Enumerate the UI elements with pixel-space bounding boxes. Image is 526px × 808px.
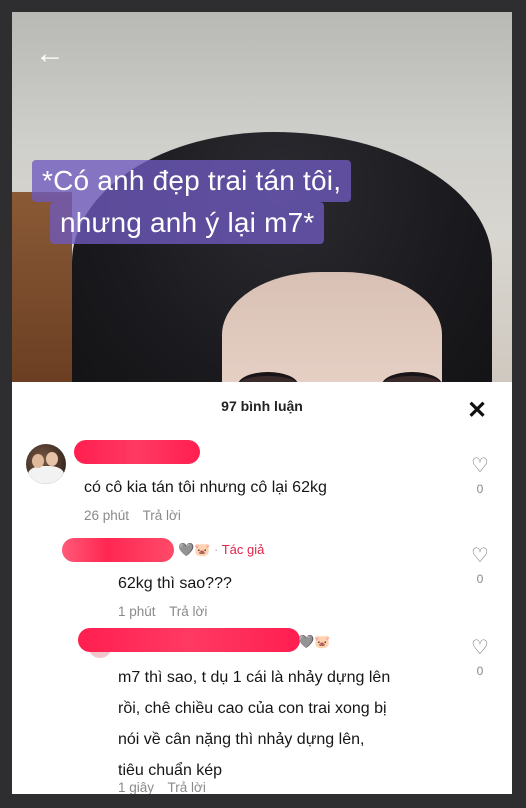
video-subject-face — [222, 272, 442, 384]
comment-time: 26 phút — [84, 508, 130, 523]
arrow-left-icon[interactable]: ← — [32, 36, 68, 72]
like-count: 0 — [476, 482, 484, 496]
reply-button[interactable]: Trả lời — [143, 508, 181, 523]
comment-text-line: m7 thì sao, t dụ 1 cái là nhảy dựng lên — [118, 669, 391, 686]
caption-line: *Có anh đẹp trai tán tôi, — [32, 160, 352, 202]
like-button[interactable]: ♡ 0 — [468, 546, 492, 586]
avatar[interactable] — [26, 444, 66, 484]
comment-text-line: nói về cân nặng thì nhảy dựng lên, — [118, 731, 365, 748]
heart-icon: ♡ — [471, 455, 489, 477]
heart-icon: ♡ — [471, 637, 489, 659]
redacted-username — [74, 440, 200, 464]
comment-time: 1 giây — [118, 780, 155, 794]
video-caption: *Có anh đẹp trai tán tôi, nhưng anh ý lạ… — [32, 160, 442, 244]
separator: · — [214, 542, 219, 557]
emoji-icons: 🩶🐷 — [298, 634, 331, 649]
redacted-username — [78, 628, 300, 652]
author-row: 🩶🐷 · Tác giả — [178, 542, 264, 558]
like-count: 0 — [476, 664, 484, 678]
caption-line: nhưng anh ý lại m7* — [50, 202, 325, 244]
like-button[interactable]: ♡ 0 — [468, 456, 492, 496]
like-count: 0 — [476, 572, 484, 586]
comment-meta: 1 phút Trả lời — [118, 604, 217, 619]
comments-count-title: 97 bình luận — [221, 398, 303, 414]
comment-time: 1 phút — [118, 604, 156, 619]
video-player[interactable]: ← *Có anh đẹp trai tán tôi, nhưng anh ý … — [12, 12, 512, 384]
redacted-username — [62, 538, 174, 562]
comments-panel: 97 bình luận ✕ có cô kia tán tôi nhưng c… — [12, 382, 512, 794]
comment-text: m7 thì sao, t dụ 1 cái là nhảy dựng lên … — [118, 664, 390, 784]
comment-text: 62kg thì sao??? — [118, 575, 232, 592]
reply-button[interactable]: Trả lời — [169, 604, 207, 619]
comment-meta: 26 phút Trả lời — [84, 508, 191, 523]
comment-meta: 1 giây Trả lời — [118, 780, 216, 794]
comment-text-line: rồi, chê chiều cao của con trai xong bị — [118, 700, 387, 717]
author-row: 🩶🐷 — [298, 634, 330, 650]
close-icon[interactable]: ✕ — [464, 398, 490, 424]
reply-button[interactable]: Trả lời — [168, 780, 206, 794]
like-button[interactable]: ♡ 0 — [468, 638, 492, 678]
heart-icon: ♡ — [471, 545, 489, 567]
comment-text: có cô kia tán tôi nhưng cô lại 62kg — [84, 479, 327, 496]
author-badge: Tác giả — [221, 542, 265, 557]
emoji-icons: 🩶🐷 — [178, 542, 211, 557]
